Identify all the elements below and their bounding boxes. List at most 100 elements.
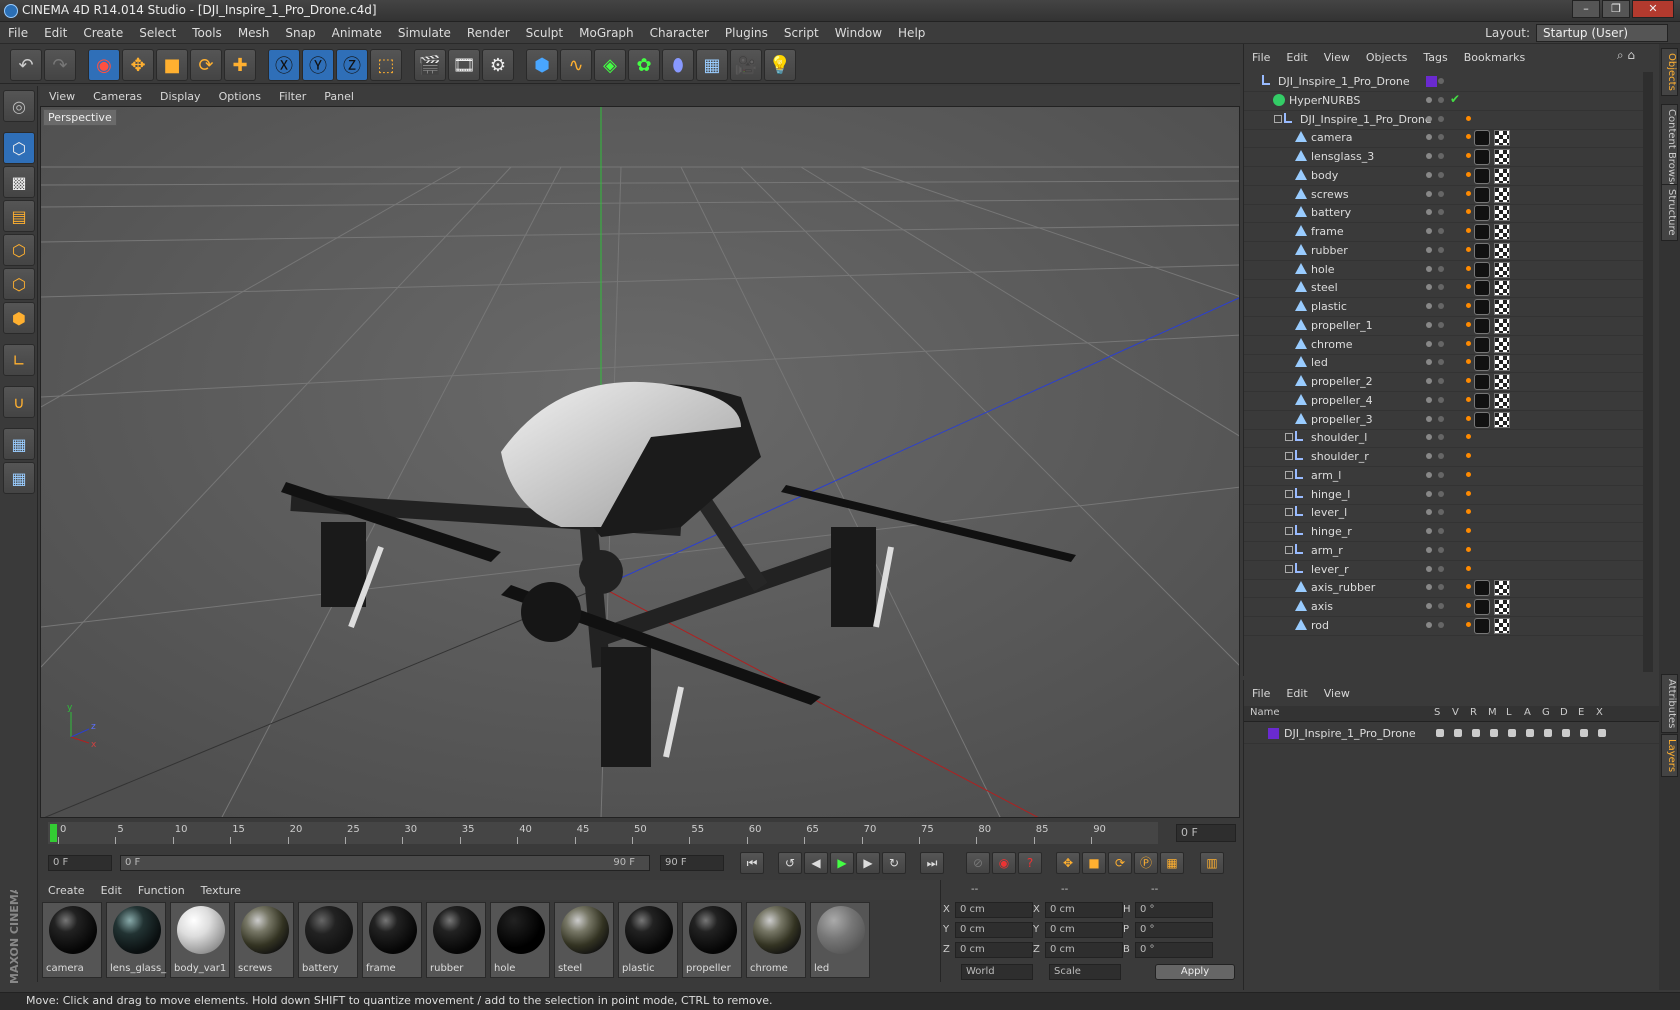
uvw-tag-icon[interactable] — [1494, 186, 1510, 203]
material-swatch[interactable]: hole — [490, 902, 550, 978]
go-to-start-icon[interactable]: ⏮ — [740, 852, 764, 874]
render-visibility-dot[interactable] — [1438, 96, 1444, 103]
menu-edit[interactable]: Edit — [36, 26, 75, 40]
minimize-button[interactable]: – — [1572, 0, 1600, 18]
viewport[interactable]: y z x Perspective — [40, 106, 1240, 818]
uvw-tag-icon[interactable] — [1494, 280, 1510, 297]
coord-value-field[interactable]: 0 ° — [1135, 922, 1213, 938]
uvw-tag-icon[interactable] — [1494, 617, 1510, 634]
material-tag-icon[interactable] — [1474, 411, 1490, 428]
phong-tag-icon[interactable] — [1466, 340, 1471, 346]
expand-icon[interactable] — [1285, 470, 1293, 479]
editor-visibility-dot[interactable] — [1426, 190, 1432, 197]
material-swatch[interactable]: camera — [42, 902, 102, 978]
snap-icon[interactable]: ∪ — [3, 386, 35, 418]
next-frame-icon[interactable]: ▶ — [856, 852, 880, 874]
menu-mesh[interactable]: Mesh — [230, 26, 278, 40]
object-row[interactable]: plastic — [1244, 297, 1644, 317]
phong-tag-icon[interactable] — [1466, 603, 1471, 608]
menu-sculpt[interactable]: Sculpt — [518, 26, 571, 40]
object-row[interactable]: chrome — [1244, 335, 1644, 355]
uvw-tag-icon[interactable] — [1494, 392, 1510, 409]
layer-row[interactable]: DJI_Inspire_1_Pro_Drone — [1244, 724, 1660, 744]
expand-icon[interactable] — [1285, 545, 1293, 554]
object-row[interactable]: arm_r — [1244, 541, 1644, 561]
deformer-icon[interactable]: ⬮ — [662, 49, 694, 81]
editor-visibility-dot[interactable] — [1426, 303, 1432, 309]
render-view-icon[interactable]: 🎬 — [414, 49, 446, 81]
enabled-check-icon[interactable]: ✔ — [1450, 92, 1460, 106]
editor-visibility-dot[interactable] — [1426, 321, 1432, 328]
object-menu-file[interactable]: File — [1244, 51, 1278, 64]
editor-visibility-dot[interactable] — [1426, 584, 1432, 591]
side-tab-attributes[interactable]: Attributes — [1661, 674, 1678, 734]
layer-toggle-icon[interactable] — [1436, 729, 1444, 737]
phong-tag-icon[interactable] — [1466, 190, 1471, 196]
record-keys-icon[interactable]: ⊘ — [966, 852, 990, 874]
material-tag-icon[interactable] — [1474, 392, 1490, 409]
menu-snap[interactable]: Snap — [277, 26, 323, 40]
menu-create[interactable]: Create — [75, 26, 131, 40]
layer-menu-view[interactable]: View — [1316, 687, 1358, 700]
object-row[interactable]: propeller_1 — [1244, 316, 1644, 336]
uvw-tag-icon[interactable] — [1494, 224, 1510, 240]
layer-toggle-icon[interactable] — [1562, 729, 1570, 737]
uvw-tag-icon[interactable] — [1494, 130, 1510, 147]
phong-tag-icon[interactable] — [1466, 471, 1471, 477]
render-visibility-dot[interactable] — [1438, 228, 1444, 234]
material-menu-texture[interactable]: Texture — [193, 884, 249, 897]
object-row[interactable]: DJI_Inspire_1_Pro_Drone — [1244, 110, 1644, 130]
menu-character[interactable]: Character — [642, 26, 717, 40]
coordinate-system-icon[interactable]: ⬚ — [370, 49, 402, 81]
editor-visibility-dot[interactable] — [1426, 228, 1432, 234]
render-visibility-dot[interactable] — [1438, 115, 1444, 122]
object-row[interactable]: shoulder_l — [1244, 428, 1644, 449]
render-visibility-dot[interactable] — [1438, 190, 1444, 197]
previous-key-icon[interactable]: ↺ — [778, 852, 802, 874]
phong-tag-icon[interactable] — [1466, 546, 1471, 552]
object-menu-objects[interactable]: Objects — [1358, 51, 1416, 64]
menu-help[interactable]: Help — [890, 26, 933, 40]
object-row[interactable]: HyperNURBS ✔ — [1244, 91, 1644, 111]
material-swatch[interactable]: steel — [554, 902, 614, 978]
material-tag-icon[interactable] — [1474, 149, 1490, 165]
points-mode-icon[interactable]: ⬡ — [3, 234, 35, 266]
close-button[interactable]: ✕ — [1632, 0, 1674, 18]
editor-visibility-dot[interactable] — [1426, 153, 1432, 159]
viewport-menu-view[interactable]: View — [40, 90, 84, 103]
material-swatch[interactable]: rubber — [426, 902, 486, 978]
editor-visibility-dot[interactable] — [1426, 453, 1432, 459]
timeline-window-icon[interactable]: ▥ — [1200, 852, 1224, 874]
make-editable-icon[interactable]: ◎ — [3, 90, 35, 122]
menu-simulate[interactable]: Simulate — [390, 26, 459, 40]
uvw-tag-icon[interactable] — [1494, 374, 1510, 390]
phong-tag-icon[interactable] — [1466, 621, 1471, 627]
material-tag-icon[interactable] — [1474, 242, 1490, 259]
autokey-icon[interactable]: ◉ — [992, 852, 1016, 874]
z-axis-icon[interactable]: Ⓩ — [336, 49, 368, 81]
material-tag-icon[interactable] — [1474, 167, 1490, 184]
key-position-icon[interactable]: ✥ — [1056, 852, 1080, 874]
menu-script[interactable]: Script — [776, 26, 827, 40]
range-slider[interactable]: 0 F 90 F — [120, 855, 650, 871]
object-row[interactable]: propeller_4 — [1244, 391, 1644, 411]
expand-icon[interactable] — [1285, 489, 1293, 498]
render-visibility-dot[interactable] — [1438, 603, 1444, 609]
object-row[interactable]: frame — [1244, 222, 1644, 242]
rotate-tool-icon[interactable]: ⟳ — [190, 49, 222, 81]
uvw-tag-icon[interactable] — [1494, 167, 1510, 184]
array-icon[interactable]: ✿ — [628, 49, 660, 81]
material-menu-edit[interactable]: Edit — [93, 884, 130, 897]
polygons-mode-icon[interactable]: ⬢ — [3, 302, 35, 334]
material-tag-icon[interactable] — [1474, 280, 1490, 297]
model-mode-icon[interactable]: ⬡ — [3, 132, 35, 164]
render-visibility-dot[interactable] — [1438, 284, 1444, 291]
editor-visibility-dot[interactable] — [1426, 265, 1432, 272]
coord-mode-dropdown[interactable]: World — [961, 964, 1033, 980]
end-frame-field[interactable]: 90 F — [660, 855, 724, 871]
material-tag-icon[interactable] — [1474, 205, 1490, 222]
render-visibility-dot[interactable] — [1438, 209, 1444, 216]
y-axis-icon[interactable]: Ⓨ — [302, 49, 334, 81]
workplane-rotate-icon[interactable]: ▦ — [3, 462, 35, 494]
material-tag-icon[interactable] — [1474, 599, 1490, 615]
